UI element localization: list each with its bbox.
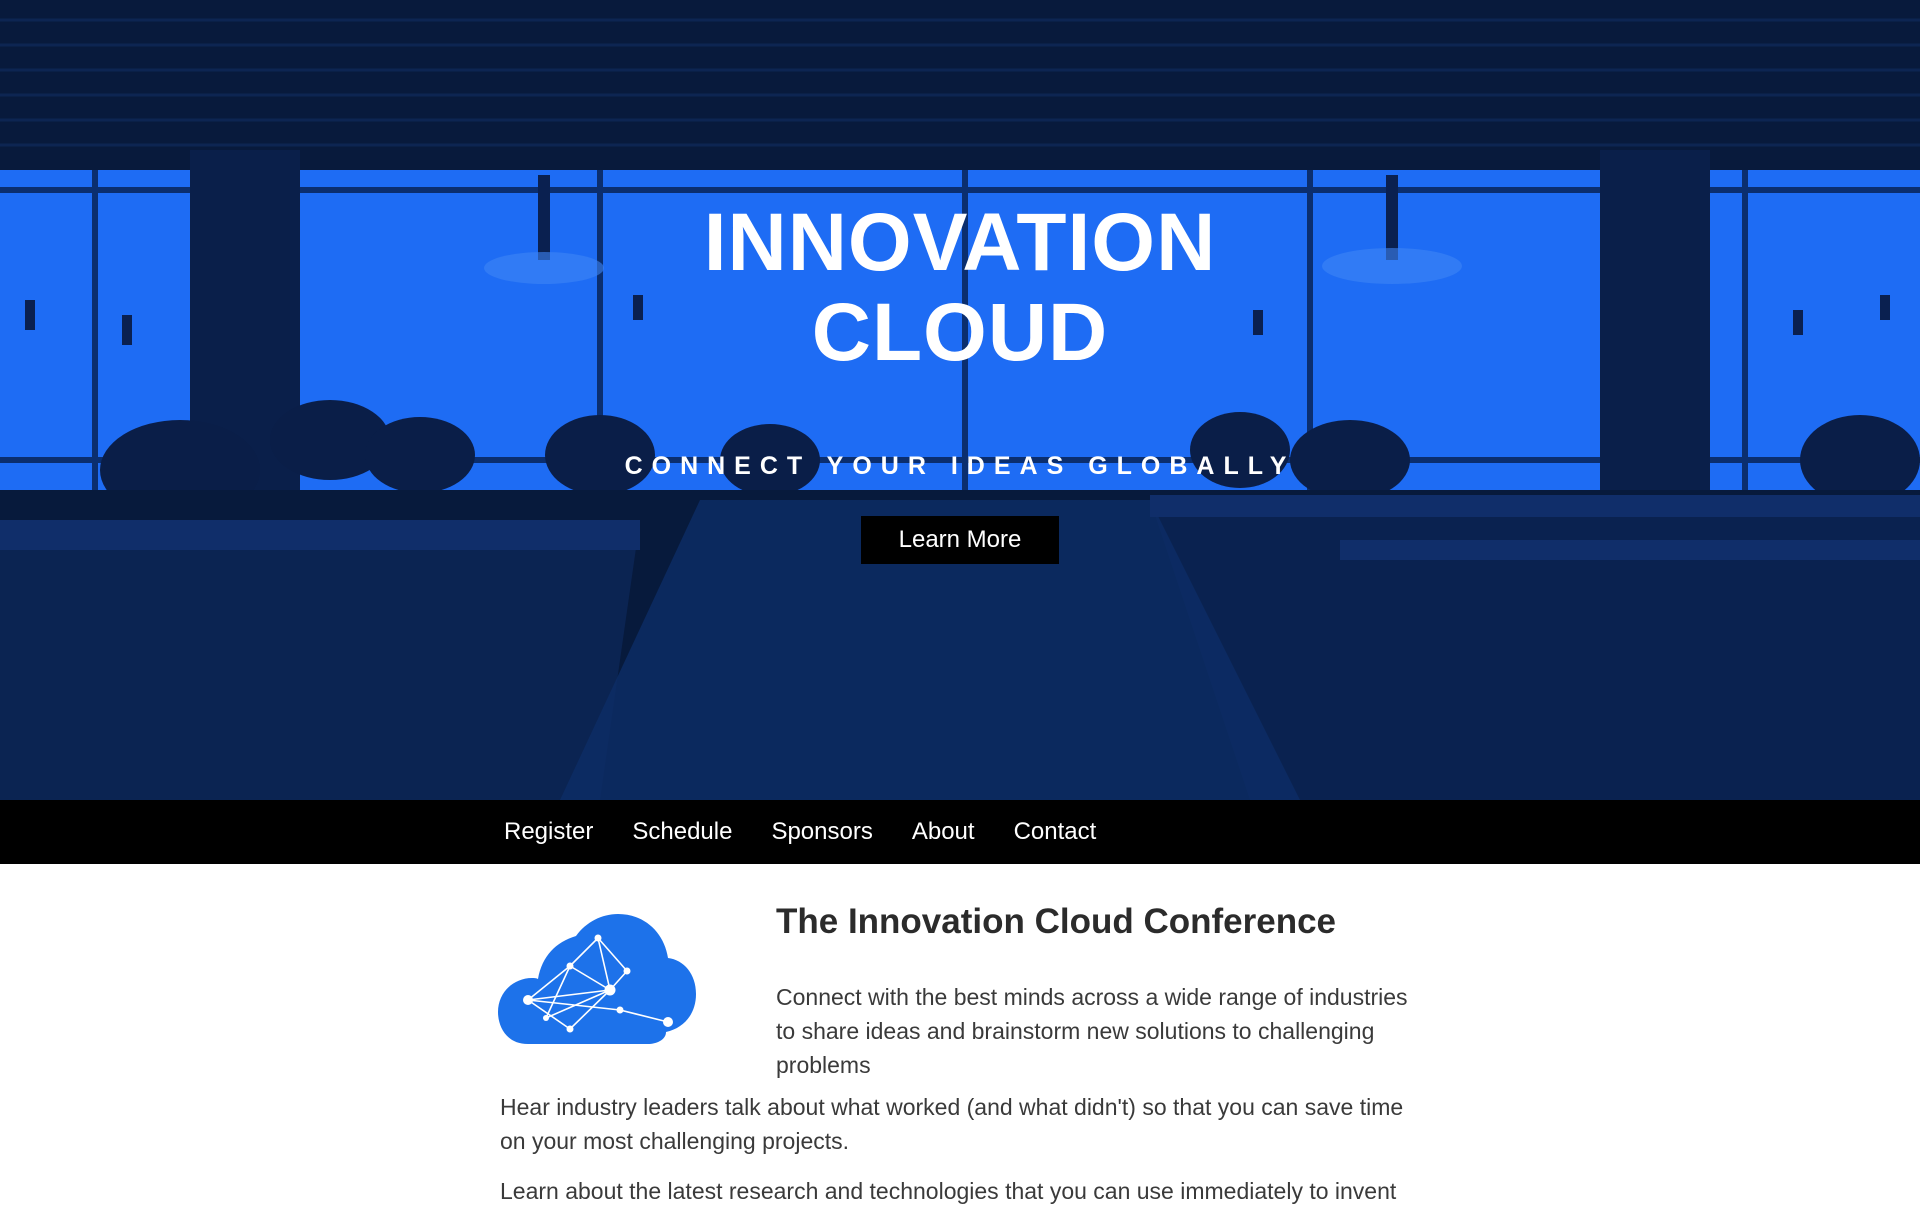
hero-banner: INNOVATION CLOUD CONNECT YOUR IDEAS GLOB… [0,0,1920,800]
paragraph-research: Learn about the latest research and tech… [500,1178,1397,1204]
nav-item-sponsors[interactable]: Sponsors [767,818,876,846]
hero-title-line-1: INNOVATION [703,197,1217,288]
main-content: The Innovation Cloud Conference Connect … [0,864,1920,1204]
nav-item-about[interactable]: About [908,818,979,846]
learn-more-button[interactable]: Learn More [861,516,1059,564]
nav-item-register[interactable]: Register [500,818,597,846]
cloud-network-icon [498,914,696,1044]
paragraph-leaders: Hear industry leaders talk about what wo… [500,1094,1404,1154]
main-nav: Register Schedule Sponsors About Contact [0,800,1920,864]
hero-tagline: CONNECT YOUR IDEAS GLOBALLY [624,452,1296,480]
nav-item-schedule[interactable]: Schedule [628,818,736,846]
hero-background-image [0,0,1920,800]
hero-title: INNOVATION CLOUD [0,198,1920,378]
nav-list: Register Schedule Sponsors About Contact [500,800,1131,864]
intro-text: Connect with the best minds across a wid… [776,984,1408,1078]
hero-title-line-2: CLOUD [811,287,1109,378]
nav-item-contact[interactable]: Contact [1010,818,1101,846]
section-title: The Innovation Cloud Conference [776,902,1337,941]
